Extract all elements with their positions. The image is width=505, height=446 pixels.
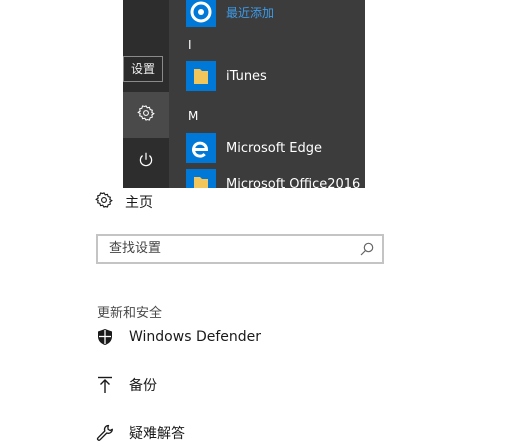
home-label: 主页 [125,195,153,211]
app-label: Microsoft Office2016 [226,176,361,189]
shield-icon [95,327,115,347]
nav-item-troubleshoot[interactable]: 疑难解答 [95,420,185,446]
start-app-list: 最近添加 I iTunes M Microsoft Edge Microsoft… [181,0,365,188]
edge-icon [186,133,216,163]
search-icon[interactable] [358,240,376,258]
nav-item-label: 备份 [129,378,157,394]
wrench-icon [95,423,115,443]
app-label: Microsoft Edge [226,140,323,156]
home-nav-item[interactable]: 主页 [95,190,153,214]
recent-app-icon [186,0,216,27]
app-item-recent[interactable]: 最近添加 [181,0,365,32]
start-menu: 最近添加 I iTunes M Microsoft Edge Microsoft… [123,0,365,188]
backup-icon [95,375,115,395]
power-icon [137,151,155,173]
folder-icon [186,61,216,91]
gear-icon [95,191,113,213]
search-placeholder: 查找设置 [109,241,162,256]
start-rail [123,0,169,188]
gear-icon [137,104,155,126]
section-title: 更新和安全 [97,306,163,321]
nav-item-backup[interactable]: 备份 [95,372,157,398]
app-label: 最近添加 [226,5,275,20]
app-item-office2016[interactable]: Microsoft Office2016 [181,164,365,188]
app-item-itunes[interactable]: iTunes [181,56,365,96]
nav-item-label: 疑难解答 [129,426,185,442]
nav-item-windows-defender[interactable]: Windows Defender [95,324,261,350]
section-letter-i[interactable]: I [188,38,192,52]
app-label: iTunes [226,68,267,84]
start-settings-button[interactable] [123,92,169,138]
app-item-edge[interactable]: Microsoft Edge [181,128,365,168]
folder-icon [186,169,216,188]
section-letter-m[interactable]: M [188,109,198,123]
start-power-button[interactable] [123,139,169,185]
settings-search-input[interactable]: 查找设置 [96,234,384,264]
nav-item-label: Windows Defender [129,329,262,345]
settings-tooltip: 设置 [123,56,164,82]
